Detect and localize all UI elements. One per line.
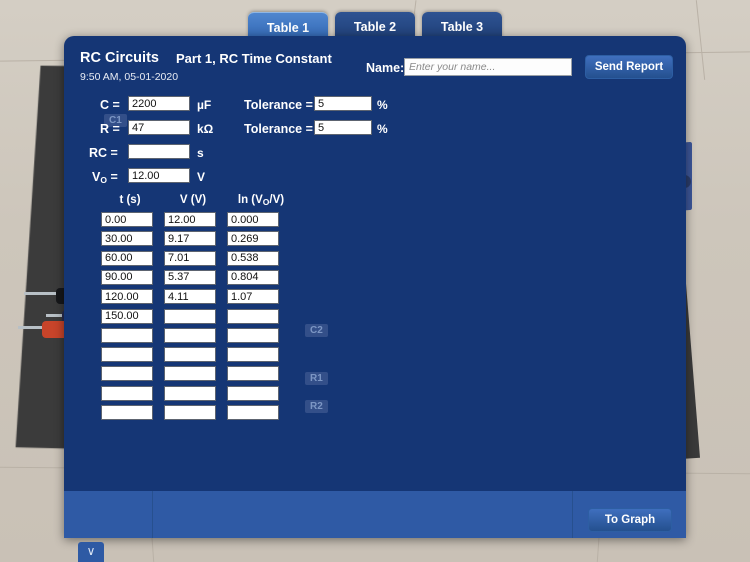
initial-voltage-label: VO =	[92, 170, 118, 185]
cell-ln-ratio-row-8[interactable]	[227, 347, 279, 363]
cell-voltage-row-11[interactable]	[164, 405, 216, 420]
cell-ln-ratio-row-10[interactable]	[227, 385, 279, 401]
cell-time-row-10[interactable]	[101, 385, 153, 401]
capacitance-tolerance-unit: %	[377, 98, 388, 112]
column-header-time: t (s)	[119, 194, 141, 206]
time-constant-unit: s	[197, 146, 204, 160]
cell-ln-ratio-row-9[interactable]	[227, 366, 279, 382]
page-subtitle: Part 1, RC Time Constant	[176, 51, 332, 66]
cell-voltage-row-5[interactable]	[164, 289, 216, 305]
cell-voltage-row-9[interactable]	[164, 366, 216, 382]
cell-time-row-9[interactable]	[101, 366, 153, 382]
timestamp: 9:50 AM, 05-01-2020	[80, 71, 179, 83]
cell-ln-ratio-row-4[interactable]	[227, 269, 279, 285]
cell-time-row-1[interactable]	[101, 212, 153, 227]
component-tag-c2: C2	[305, 324, 328, 337]
time-constant-input[interactable]	[128, 144, 190, 159]
cell-time-row-3[interactable]	[101, 250, 153, 266]
to-graph-button[interactable]: To Graph	[588, 508, 672, 532]
cell-voltage-row-6[interactable]	[164, 308, 216, 324]
initial-voltage-input[interactable]	[128, 168, 190, 183]
resistance-unit: kΩ	[197, 122, 214, 136]
cell-ln-ratio-row-3[interactable]	[227, 250, 279, 266]
cell-voltage-row-1[interactable]	[164, 212, 216, 227]
cell-time-row-2[interactable]	[101, 231, 153, 247]
capacitance-tolerance-label: Tolerance =	[244, 98, 313, 112]
bench-seam	[152, 491, 153, 538]
capacitance-unit: µF	[197, 98, 212, 112]
resistance-input[interactable]	[128, 120, 190, 135]
cell-time-row-5[interactable]	[101, 289, 153, 305]
cell-voltage-row-4[interactable]	[164, 269, 216, 285]
cell-ln-ratio-row-7[interactable]	[227, 327, 279, 343]
cell-ln-ratio-row-11[interactable]	[227, 405, 279, 420]
name-input[interactable]	[404, 58, 572, 76]
send-report-button[interactable]: Send Report	[585, 55, 673, 79]
resistance-tolerance-unit: %	[377, 122, 388, 136]
cell-voltage-row-2[interactable]	[164, 231, 216, 247]
cell-time-row-4[interactable]	[101, 269, 153, 285]
time-constant-label: RC =	[89, 146, 118, 160]
cell-time-row-8[interactable]	[101, 347, 153, 363]
resistance-tolerance-input[interactable]	[314, 120, 372, 135]
column-header-voltage: V (V)	[179, 194, 207, 206]
cell-time-row-7[interactable]	[101, 327, 153, 343]
app-root: POWER SUPPLY DC − + 0.00 V − + 3300µF ◀ …	[0, 0, 750, 562]
cell-voltage-row-8[interactable]	[164, 347, 216, 363]
column-header-ln-ratio: ln (VO/V)	[237, 194, 285, 207]
initial-voltage-unit: V	[197, 170, 206, 184]
capacitance-label: C =	[100, 98, 120, 112]
capacitance-tolerance-input[interactable]	[314, 96, 372, 111]
probe-lead	[24, 292, 60, 295]
resistance-tolerance-label: Tolerance =	[244, 122, 313, 136]
component-tag-r1: R1	[305, 372, 328, 385]
cell-ln-ratio-row-5[interactable]	[227, 289, 279, 305]
bench-seam	[572, 491, 573, 538]
collapse-panel-toggle[interactable]: ∨	[78, 542, 104, 562]
page-title: RC Circuits	[80, 50, 159, 66]
name-label: Name:	[366, 61, 405, 75]
cell-voltage-row-10[interactable]	[164, 385, 216, 401]
data-panel: RC Circuits Part 1, RC Time Constant 9:5…	[64, 36, 686, 538]
capacitance-input[interactable]	[128, 96, 190, 111]
cell-ln-ratio-row-2[interactable]	[227, 231, 279, 247]
cell-time-row-11[interactable]	[101, 405, 153, 420]
cell-time-row-6[interactable]	[101, 308, 153, 324]
cell-ln-ratio-row-6[interactable]	[227, 308, 279, 324]
cell-voltage-row-3[interactable]	[164, 250, 216, 266]
cell-voltage-row-7[interactable]	[164, 327, 216, 343]
resistance-label: R =	[100, 122, 120, 136]
component-tag-r2: R2	[305, 400, 328, 413]
cell-ln-ratio-row-1[interactable]	[227, 212, 279, 227]
